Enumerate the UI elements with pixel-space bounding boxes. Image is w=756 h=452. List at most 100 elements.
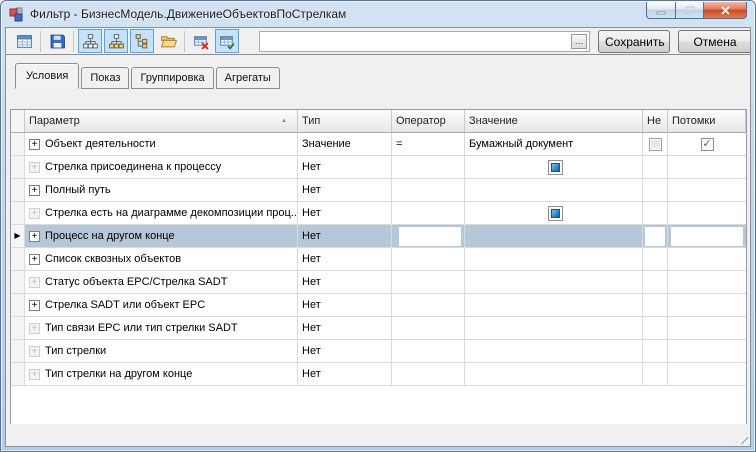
cancel-button[interactable]: Отмена — [678, 30, 751, 53]
type-cell[interactable]: Нет — [298, 202, 392, 225]
filter-name-input[interactable] — [260, 33, 569, 50]
value-cell[interactable] — [465, 340, 643, 363]
tab-agregaty[interactable]: Агрегаты — [216, 67, 280, 89]
value-cell[interactable] — [465, 271, 643, 294]
param-cell[interactable]: +Список сквозных объектов — [25, 248, 298, 271]
type-cell[interactable]: Нет — [298, 317, 392, 340]
not-cell[interactable] — [643, 363, 668, 386]
operator-cell[interactable] — [392, 248, 465, 271]
descendants-cell[interactable] — [668, 340, 746, 363]
operator-cell[interactable]: = — [392, 133, 465, 156]
param-cell[interactable]: +Тип стрелки на другом конце — [25, 363, 298, 386]
tab-usloviya[interactable]: Условия — [15, 63, 79, 89]
maximize-button[interactable] — [675, 2, 704, 19]
filter-table-button[interactable] — [12, 29, 36, 53]
type-cell[interactable]: Нет — [298, 156, 392, 179]
tab-gruppirovka[interactable]: Группировка — [131, 67, 213, 89]
expand-plus-icon[interactable]: + — [29, 254, 40, 265]
descendants-cell[interactable] — [668, 225, 746, 248]
value-flag-icon[interactable] — [548, 160, 563, 175]
tree-layout-1-button[interactable] — [78, 29, 102, 53]
table-row[interactable]: +Тип связи EPC или тип стрелки SADTНет — [11, 317, 746, 340]
save-filter-button[interactable] — [45, 29, 69, 53]
value-cell[interactable] — [465, 363, 643, 386]
operator-cell[interactable] — [392, 294, 465, 317]
table-row[interactable]: +Тип стрелкиНет — [11, 340, 746, 363]
minimize-button[interactable] — [646, 2, 675, 19]
type-cell[interactable]: Нет — [298, 294, 392, 317]
type-cell[interactable]: Нет — [298, 248, 392, 271]
column-header-operator[interactable]: Оператор — [392, 110, 465, 133]
value-cell[interactable] — [465, 317, 643, 340]
type-cell[interactable]: Нет — [298, 225, 392, 248]
tree-layout-3-button[interactable] — [130, 29, 154, 53]
not-cell[interactable] — [643, 248, 668, 271]
param-cell[interactable]: +Объект деятельности — [25, 133, 298, 156]
value-cell[interactable] — [465, 179, 643, 202]
not-cell[interactable] — [643, 202, 668, 225]
table-row[interactable]: +Статус объекта EPC/Стрелка SADTНет — [11, 271, 746, 294]
column-header-descendants[interactable]: Потомки — [668, 110, 746, 133]
param-cell[interactable]: +Тип стрелки — [25, 340, 298, 363]
not-cell[interactable] — [643, 294, 668, 317]
open-filter-button[interactable] — [156, 29, 180, 53]
not-cell[interactable] — [643, 317, 668, 340]
operator-cell[interactable] — [392, 317, 465, 340]
expand-plus-icon[interactable]: + — [29, 185, 40, 196]
tree-layout-2-button[interactable] — [104, 29, 128, 53]
value-cell[interactable] — [465, 156, 643, 179]
param-cell[interactable]: +Стрелка есть на диаграмме декомпозиции … — [25, 202, 298, 225]
value-cell[interactable] — [465, 248, 643, 271]
operator-cell[interactable] — [392, 271, 465, 294]
descendants-cell[interactable] — [668, 133, 746, 156]
descendants-cell[interactable] — [668, 202, 746, 225]
expand-plus-icon[interactable]: + — [29, 300, 40, 311]
not-cell[interactable] — [643, 225, 668, 248]
operator-cell[interactable] — [392, 225, 465, 248]
value-cell[interactable] — [465, 202, 643, 225]
descendants-cell[interactable] — [668, 294, 746, 317]
title-bar[interactable]: Фильтр - БизнесМодель.ДвижениеОбъектовПо… — [1, 1, 755, 27]
descendants-cell[interactable] — [668, 271, 746, 294]
tab-pokaz[interactable]: Показ — [81, 67, 129, 89]
value-cell[interactable]: Бумажный документ — [465, 133, 643, 156]
table-row[interactable]: +Тип стрелки на другом концеНет — [11, 363, 746, 386]
descendants-cell[interactable] — [668, 317, 746, 340]
not-editor[interactable] — [645, 227, 665, 246]
operator-cell[interactable] — [392, 202, 465, 225]
param-cell[interactable]: +Полный путь — [25, 179, 298, 202]
save-button[interactable]: Сохранить — [598, 30, 670, 53]
type-cell[interactable]: Значение — [298, 133, 392, 156]
table-row[interactable]: ▶+Процесс на другом концеНет — [11, 225, 746, 248]
descendants-cell[interactable] — [668, 179, 746, 202]
param-cell[interactable]: +Тип связи EPC или тип стрелки SADT — [25, 317, 298, 340]
value-cell[interactable] — [465, 225, 643, 248]
not-cell[interactable] — [643, 271, 668, 294]
descendants-checkbox[interactable] — [701, 138, 714, 151]
ellipsis-button[interactable]: … — [571, 34, 587, 49]
resize-grip[interactable] — [735, 431, 748, 444]
descendants-cell[interactable] — [668, 248, 746, 271]
value-cell[interactable] — [465, 294, 643, 317]
clear-filter-button[interactable] — [189, 29, 213, 53]
expand-plus-icon[interactable]: + — [29, 139, 40, 150]
not-cell[interactable] — [643, 179, 668, 202]
operator-cell[interactable] — [392, 179, 465, 202]
column-header-not[interactable]: Не — [643, 110, 668, 133]
type-cell[interactable]: Нет — [298, 179, 392, 202]
not-cell[interactable] — [643, 340, 668, 363]
descendants-cell[interactable] — [668, 156, 746, 179]
type-cell[interactable]: Нет — [298, 271, 392, 294]
apply-filter-button[interactable] — [215, 29, 239, 53]
table-row[interactable]: +Стрелка присоединена к процессуНет — [11, 156, 746, 179]
operator-editor[interactable] — [399, 227, 461, 246]
table-row[interactable]: +Список сквозных объектовНет — [11, 248, 746, 271]
column-header-param[interactable]: Параметр▲ — [25, 110, 298, 133]
operator-cell[interactable] — [392, 156, 465, 179]
not-checkbox[interactable] — [649, 138, 662, 151]
param-cell[interactable]: +Стрелка присоединена к процессу — [25, 156, 298, 179]
param-cell[interactable]: +Процесс на другом конце — [25, 225, 298, 248]
table-row[interactable]: +Полный путьНет — [11, 179, 746, 202]
operator-cell[interactable] — [392, 340, 465, 363]
value-flag-icon[interactable] — [548, 206, 563, 221]
